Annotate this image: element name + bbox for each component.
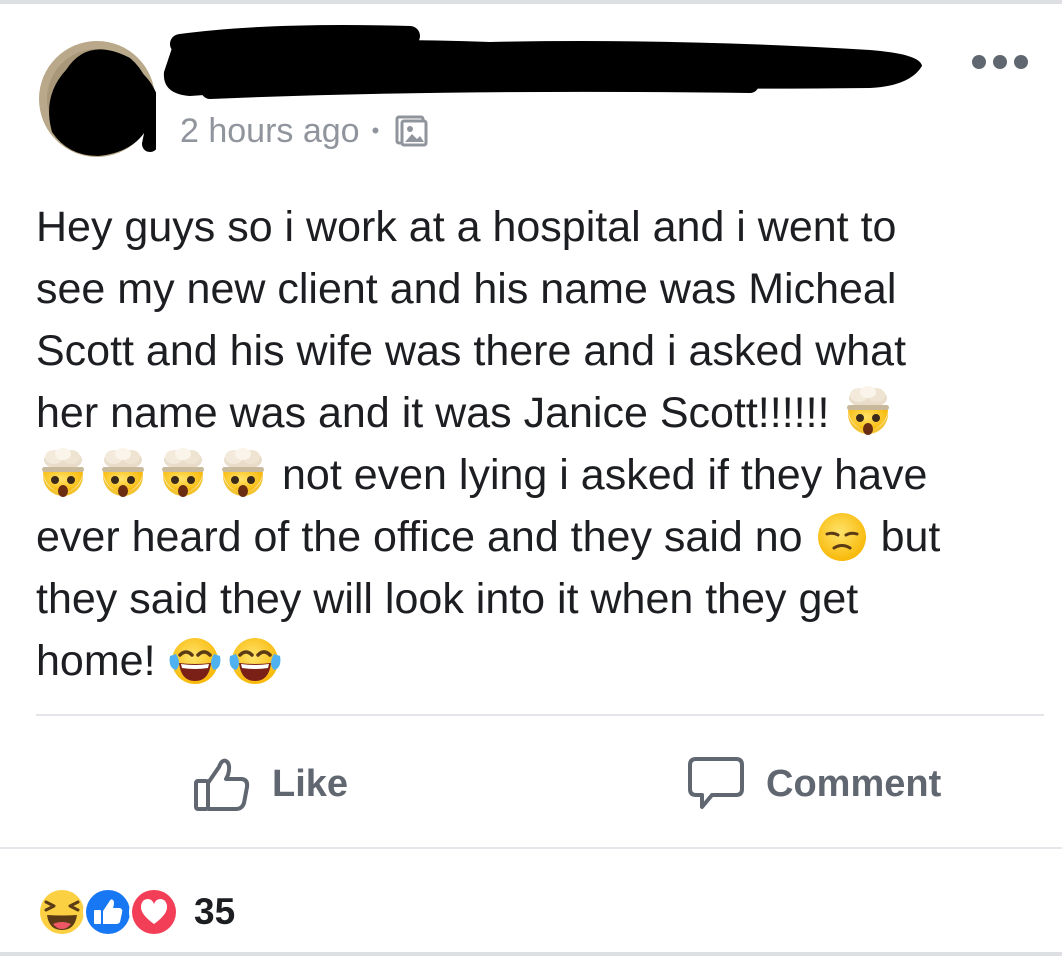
- text-line-content: her name was and it was Janice Scott!!!!…: [36, 389, 830, 437]
- haha-reaction-icon: [37, 887, 87, 937]
- exploding-head-emoji: [96, 448, 150, 502]
- tears-of-joy-emoji: [228, 634, 282, 688]
- post-meta: 2 hours ago •: [180, 108, 429, 154]
- comment-label: Comment: [766, 762, 942, 805]
- like-button[interactable]: Like: [192, 754, 348, 814]
- text-line-content: Scott and his wife was there and i asked…: [36, 327, 907, 375]
- post-timestamp[interactable]: 2 hours ago: [180, 112, 360, 151]
- like-label: Like: [272, 762, 349, 805]
- like-reaction-icon: [83, 887, 133, 937]
- comment-button[interactable]: Comment: [686, 754, 941, 814]
- avatar[interactable]: [38, 40, 162, 158]
- post-text: Hey guys so i work at a hospital and i w…: [36, 196, 1046, 692]
- photo-album-icon[interactable]: [395, 114, 429, 148]
- thumbs-up-icon: [194, 758, 250, 811]
- divider: [36, 714, 1044, 716]
- text-line-content: not even lying i asked if they have: [282, 451, 928, 499]
- text-line-content: Hey guys so i work at a hospital and i w…: [36, 203, 897, 251]
- facebook-post: 2 hours ago • Hey guys so i work at a ho…: [0, 0, 1062, 956]
- speech-bubble-icon: [688, 757, 744, 809]
- text-line-content: they said they will look into it when th…: [36, 575, 859, 623]
- tears-of-joy-emoji: [168, 634, 222, 688]
- text-line: not even lying i asked if they have: [36, 444, 1046, 506]
- text-line-content: home!: [36, 637, 156, 685]
- exploding-head-emoji: [841, 386, 895, 440]
- avatar-redacted-icon: [39, 41, 162, 157]
- exploding-head-emoji: [36, 448, 90, 502]
- bottom-border: [0, 952, 1062, 956]
- reaction-count[interactable]: 35: [194, 891, 235, 933]
- pensive-face-emoji: [815, 510, 869, 564]
- text-line: ever heard of the office and they said n…: [36, 506, 1046, 568]
- post-header: 2 hours ago •: [0, 0, 1062, 175]
- more-options-icon[interactable]: [972, 50, 1028, 74]
- exploding-head-emoji: [216, 448, 270, 502]
- action-bar: Like Comment: [0, 730, 1062, 836]
- text-line: they said they will look into it when th…: [36, 568, 1046, 630]
- text-line-content: see my new client and his name was Miche…: [36, 265, 897, 313]
- text-line-content: but: [880, 513, 941, 561]
- reactions-summary[interactable]: 35: [36, 880, 235, 944]
- meta-separator: •: [371, 118, 380, 143]
- divider: [0, 847, 1062, 849]
- text-line-content: ever heard of the office and they said n…: [36, 513, 803, 561]
- text-line: home!: [36, 630, 1046, 692]
- text-line: Hey guys so i work at a hospital and i w…: [36, 196, 1046, 258]
- text-line: her name was and it was Janice Scott!!!!…: [36, 382, 1046, 444]
- text-line: Scott and his wife was there and i asked…: [36, 320, 1046, 382]
- exploding-head-emoji: [156, 448, 210, 502]
- text-line: see my new client and his name was Miche…: [36, 258, 1046, 320]
- love-reaction-icon: [129, 887, 179, 937]
- reaction-icons: [36, 882, 184, 942]
